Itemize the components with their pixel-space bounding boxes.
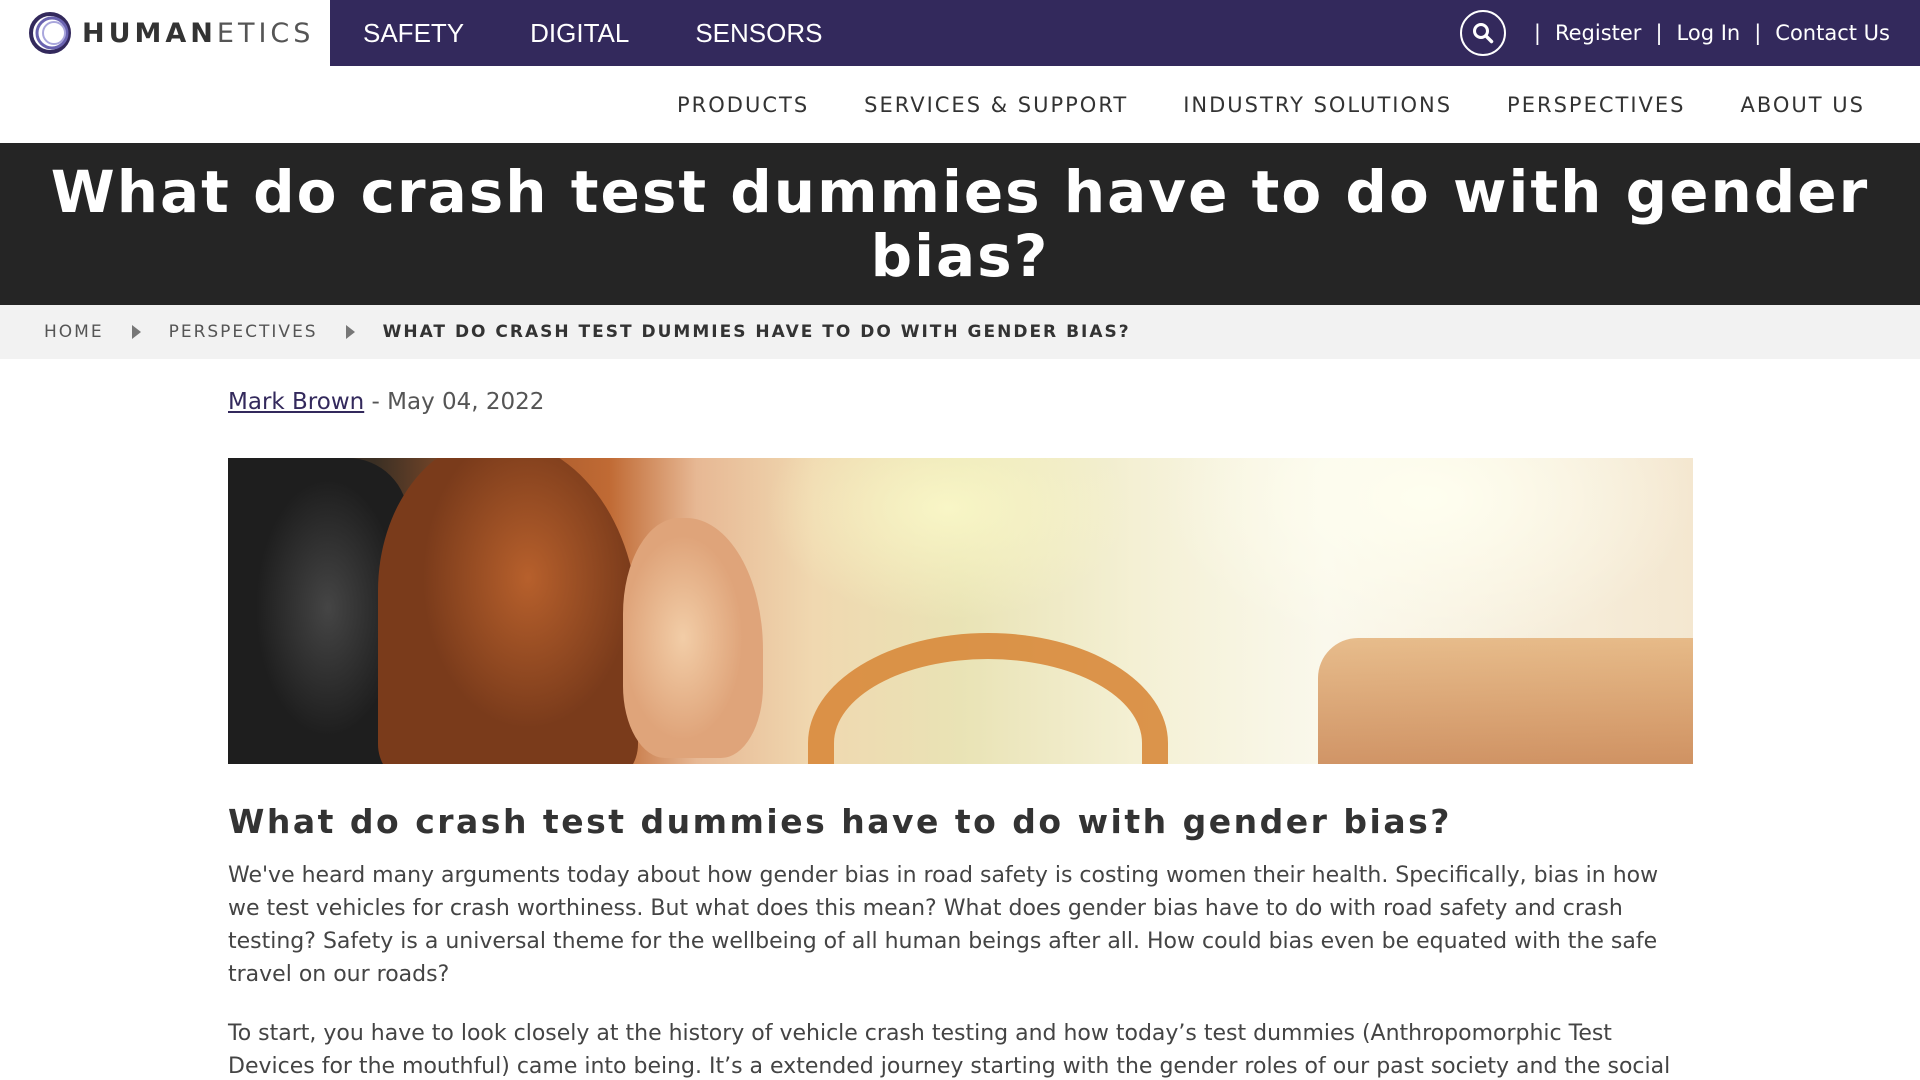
top-bar: HUMANETICS SAFETY DIGITAL SENSORS | Regi… — [0, 0, 1920, 66]
site-tabs: SAFETY DIGITAL SENSORS — [330, 0, 856, 66]
hero-banner: What do crash test dummies have to do wi… — [0, 143, 1920, 305]
nav-item-industry-solutions[interactable]: INDUSTRY SOLUTIONS — [1183, 93, 1452, 117]
breadcrumb-current: WHAT DO CRASH TEST DUMMIES HAVE TO DO WI… — [382, 322, 1131, 342]
utility-nav: | Register | Log In | Contact Us — [1459, 0, 1890, 66]
article-paragraph: To start, you have to look closely at th… — [228, 1021, 1671, 1079]
nav-item-products[interactable]: PRODUCTS — [677, 93, 809, 117]
breadcrumb-perspectives[interactable]: PERSPECTIVES — [169, 322, 318, 342]
logo-text: HUMANETICS — [82, 18, 314, 49]
site-tab-safety[interactable]: SAFETY — [330, 18, 497, 49]
image-dashboard — [1318, 638, 1693, 764]
logo-text-bold: HUMAN — [82, 17, 217, 49]
site-tab-digital[interactable]: DIGITAL — [497, 18, 662, 49]
contact-link[interactable]: Contact Us — [1775, 21, 1890, 45]
image-face — [623, 518, 763, 758]
search-icon — [1472, 23, 1494, 44]
utility-separator: | — [1754, 21, 1762, 45]
image-hair — [378, 458, 638, 764]
register-link[interactable]: Register — [1555, 21, 1641, 45]
caret-right-icon — [345, 325, 355, 339]
author-link[interactable]: Mark Brown — [228, 389, 364, 415]
article-paragraph: We've heard many arguments today about h… — [228, 863, 1659, 987]
nav-item-about-us[interactable]: ABOUT US — [1740, 93, 1865, 117]
logo-text-light: ETICS — [216, 17, 315, 49]
publish-date: May 04, 2022 — [387, 389, 545, 415]
utility-separator: | — [1655, 21, 1663, 45]
breadcrumb-home[interactable]: HOME — [44, 322, 104, 342]
byline: Mark Brown - May 04, 2022 — [228, 389, 1693, 415]
search-button[interactable] — [1459, 10, 1506, 56]
logo[interactable]: HUMANETICS — [0, 0, 330, 66]
nav-item-services-support[interactable]: SERVICES & SUPPORT — [864, 93, 1128, 117]
image-steering-wheel — [808, 633, 1168, 764]
utility-separator: | — [1533, 21, 1541, 45]
humanetics-logo-icon — [28, 11, 72, 55]
main-nav: PRODUCTS SERVICES & SUPPORT INDUSTRY SOL… — [0, 66, 1920, 143]
caret-right-icon — [131, 325, 141, 339]
site-tab-sensors[interactable]: SENSORS — [662, 18, 855, 49]
breadcrumb: HOME PERSPECTIVES WHAT DO CRASH TEST DUM… — [0, 305, 1920, 359]
article-hero-image — [228, 458, 1693, 764]
page-title: What do crash test dummies have to do wi… — [50, 158, 1870, 290]
byline-separator: - — [364, 389, 388, 415]
article-heading: What do crash test dummies have to do wi… — [228, 802, 1452, 841]
article: Mark Brown - May 04, 2022 What do crash … — [228, 359, 1693, 1080]
login-link[interactable]: Log In — [1677, 21, 1741, 45]
nav-item-perspectives[interactable]: PERSPECTIVES — [1507, 93, 1685, 117]
